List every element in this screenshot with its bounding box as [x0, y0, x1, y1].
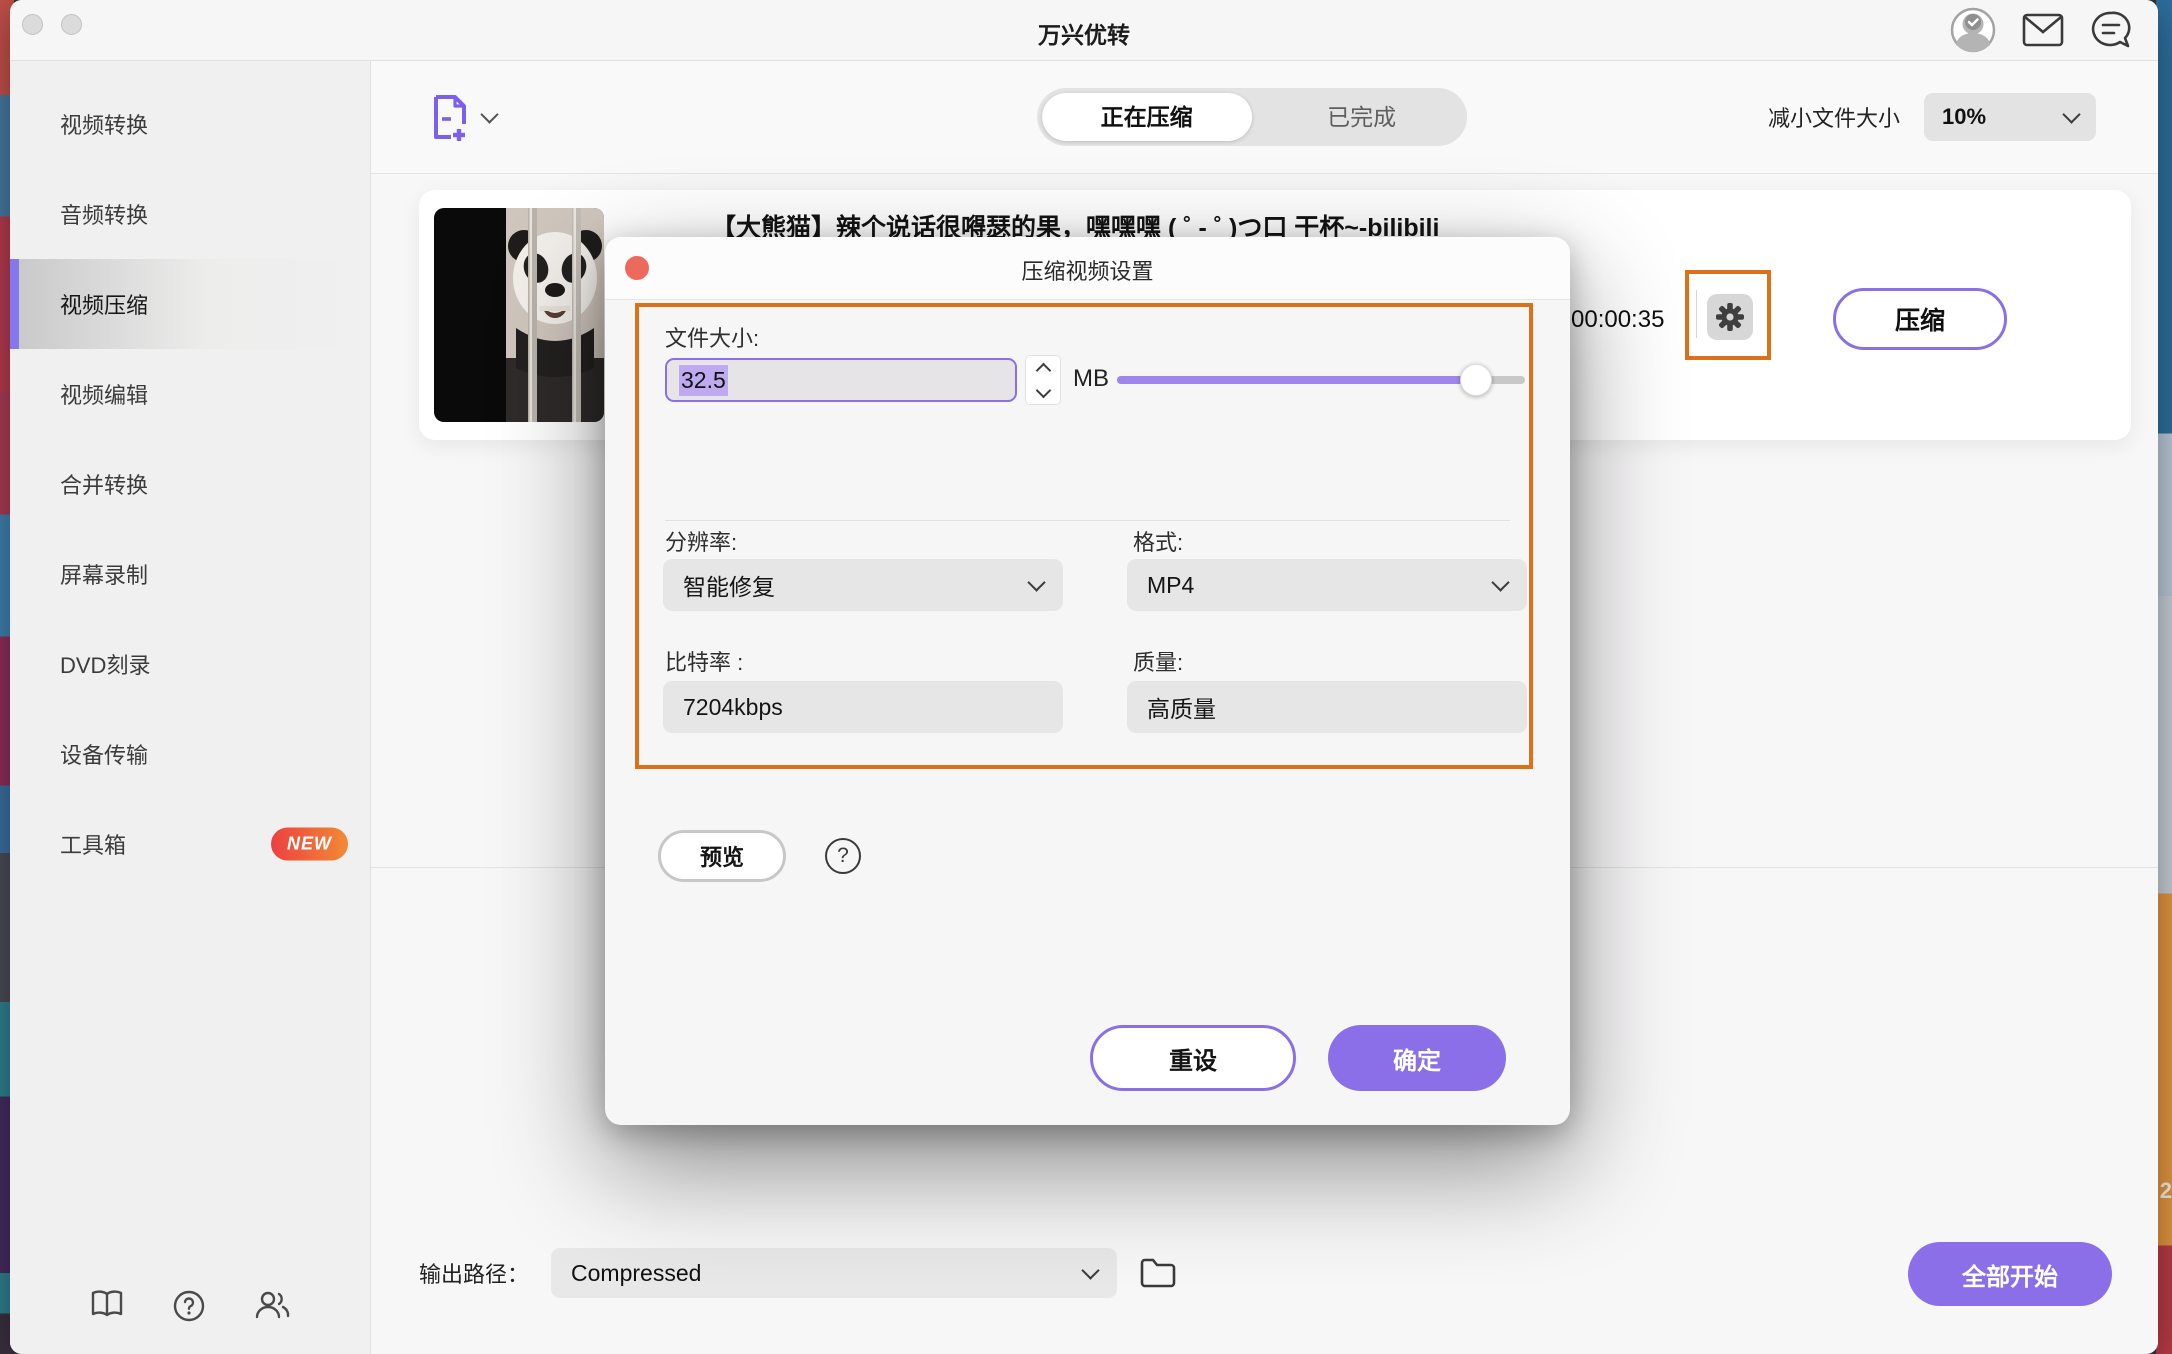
sidebar-item-video-edit[interactable]: 视频编辑	[10, 349, 370, 439]
sidebar-item-merge-convert[interactable]: 合并转换	[10, 439, 370, 529]
sidebar-item-dvd-burn[interactable]: DVD刻录	[10, 619, 370, 709]
resolution-label: 分辨率:	[665, 525, 737, 557]
file-size-slider[interactable]	[1117, 376, 1525, 384]
preview-button[interactable]: 预览	[658, 830, 786, 882]
quality-field: 高质量	[1127, 681, 1527, 733]
video-thumbnail	[434, 208, 604, 422]
tab-compressing[interactable]: 正在压缩	[1042, 93, 1252, 141]
confirm-button[interactable]: 确定	[1328, 1025, 1506, 1091]
sidebar-item-audio-convert[interactable]: 音频转换	[10, 169, 370, 259]
folder-icon[interactable]	[1139, 1257, 1177, 1289]
start-all-button[interactable]: 全部开始	[1908, 1242, 2112, 1306]
status-tabs: 正在压缩 已完成	[1037, 88, 1467, 146]
compress-settings-dialog: 压缩视频设置 文件大小: 32.5 MB 分辨率: 格式: 智能修复	[605, 237, 1570, 1125]
output-path-select[interactable]: Compressed	[551, 1248, 1117, 1298]
desktop-edge-text: 2	[2160, 1178, 2172, 1204]
file-size-stepper[interactable]	[1025, 355, 1061, 405]
community-icon[interactable]	[254, 1290, 290, 1322]
main-toolbar: 正在压缩 已完成 减小文件大小 10%	[371, 61, 2158, 174]
help-icon[interactable]	[173, 1290, 205, 1322]
video-duration: 00:00:35	[1571, 306, 1664, 334]
chevron-down-icon	[1491, 573, 1509, 591]
bitrate-field: 7204kbps	[663, 681, 1063, 733]
feedback-chat-icon[interactable]	[2090, 10, 2132, 50]
dialog-title: 压缩视频设置	[605, 254, 1570, 286]
sidebar-item-screen-record[interactable]: 屏幕录制	[10, 529, 370, 619]
output-path-label: 输出路径：	[419, 1257, 529, 1289]
panda-thumbnail-image	[506, 208, 604, 422]
file-plus-icon	[431, 93, 469, 141]
app-title: 万兴优转	[10, 16, 2158, 50]
new-badge: NEW	[271, 828, 348, 861]
add-file-button[interactable]	[431, 93, 496, 141]
file-size-value: 32.5	[679, 365, 728, 396]
chevron-down-icon	[1027, 573, 1045, 591]
app-window: 万兴优转	[10, 0, 2158, 1354]
account-avatar-icon[interactable]	[1950, 7, 1996, 53]
book-icon[interactable]	[90, 1290, 124, 1322]
desktop-background-right: 2	[2156, 0, 2172, 1354]
sidebar: 视频转换 音频转换 视频压缩 视频编辑 合并转换 屏幕录制 DVD刻录 设备传输…	[10, 61, 371, 1354]
reduce-size-label: 减小文件大小	[1768, 101, 1900, 133]
divider	[665, 520, 1510, 521]
dialog-header: 压缩视频设置	[605, 237, 1570, 300]
reset-button[interactable]: 重设	[1090, 1025, 1296, 1091]
slider-fill	[1117, 376, 1476, 384]
titlebar: 万兴优转	[10, 0, 2158, 61]
file-size-unit: MB	[1073, 365, 1109, 393]
bitrate-label: 比特率 :	[665, 645, 743, 677]
sidebar-item-toolbox[interactable]: 工具箱 NEW	[10, 799, 370, 889]
chevron-down-icon	[2062, 105, 2080, 123]
slider-thumb[interactable]	[1460, 364, 1492, 396]
help-icon[interactable]: ?	[825, 838, 861, 874]
stepper-down-icon[interactable]	[1035, 382, 1051, 398]
sidebar-item-device-transfer[interactable]: 设备传输	[10, 709, 370, 799]
annotation-gear-highlight	[1685, 270, 1771, 360]
tab-finished[interactable]: 已完成	[1257, 93, 1467, 141]
sidebar-item-video-compress[interactable]: 视频压缩	[10, 259, 370, 349]
sidebar-item-video-convert[interactable]: 视频转换	[10, 79, 370, 169]
chevron-down-icon	[480, 105, 498, 123]
resolution-select[interactable]: 智能修复	[663, 559, 1063, 611]
mail-icon[interactable]	[2022, 13, 2064, 47]
screen: 2 万兴优转	[0, 0, 2172, 1354]
file-size-label: 文件大小:	[665, 321, 759, 353]
chevron-down-icon	[1081, 1261, 1099, 1279]
compress-button[interactable]: 压缩	[1833, 288, 2007, 350]
reduce-size-select[interactable]: 10%	[1924, 93, 2096, 141]
quality-label: 质量:	[1133, 645, 1183, 677]
file-size-input[interactable]: 32.5	[665, 358, 1017, 402]
stepper-up-icon[interactable]	[1035, 362, 1051, 378]
format-select[interactable]: MP4	[1127, 559, 1527, 611]
format-label: 格式:	[1133, 525, 1183, 557]
